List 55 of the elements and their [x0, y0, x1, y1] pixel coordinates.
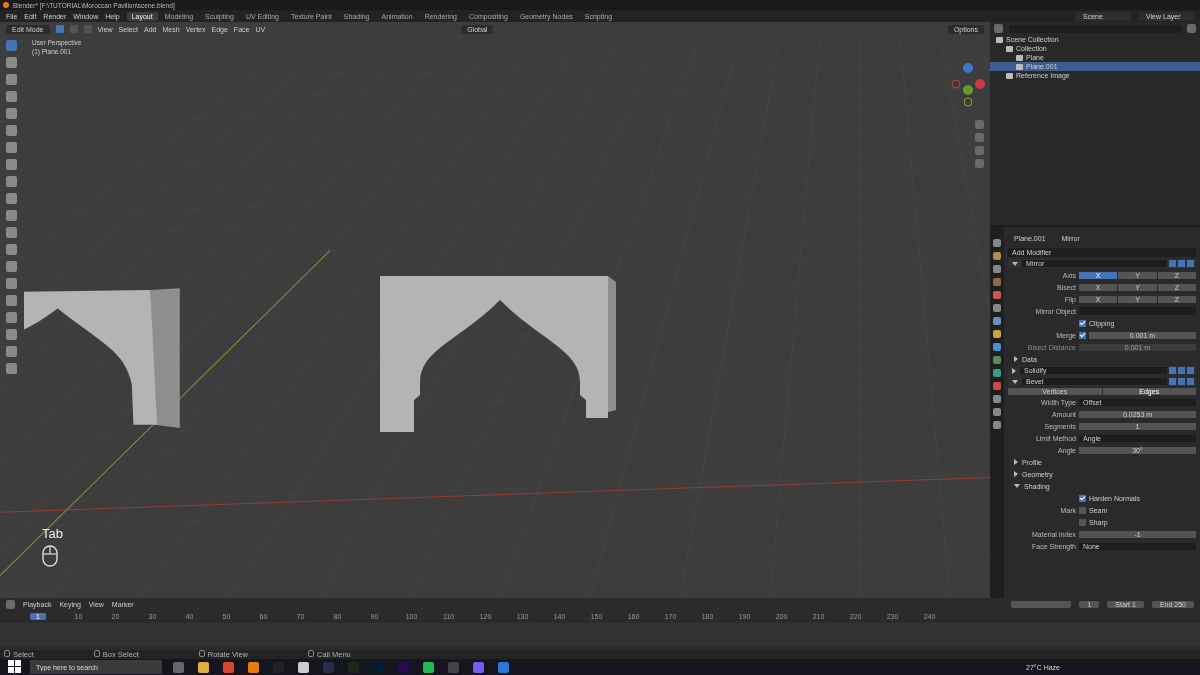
- mouse-icon: [308, 650, 315, 657]
- tool-icon[interactable]: [6, 295, 17, 306]
- collapsed-arrow-icon[interactable]: [1014, 356, 1018, 362]
- tool-icon[interactable]: [6, 91, 17, 102]
- checkbox[interactable]: [1079, 506, 1086, 514]
- blender-logo-icon: [3, 2, 9, 8]
- taskbar-app-icon[interactable]: [248, 661, 259, 673]
- filter-icon[interactable]: [1187, 24, 1196, 33]
- tool-icon[interactable]: [6, 346, 17, 357]
- checkbox[interactable]: [1079, 518, 1086, 526]
- tool-icon[interactable]: [6, 227, 17, 238]
- tool-icon[interactable]: [6, 261, 17, 272]
- mouse-icon: [4, 650, 10, 657]
- windows-start-icon[interactable]: [8, 660, 22, 674]
- taskbar-app-icon[interactable]: [298, 661, 309, 673]
- tool-icon[interactable]: [6, 40, 17, 51]
- expanded-arrow-icon[interactable]: [1012, 261, 1018, 266]
- expanded-arrow-icon[interactable]: [1012, 379, 1018, 384]
- select-mode-icon[interactable]: [55, 25, 64, 33]
- tool-icon[interactable]: [6, 57, 17, 68]
- mouse-icon: [42, 545, 58, 567]
- taskbar-app-icon[interactable]: [423, 661, 434, 673]
- display-mode-icon[interactable]: [994, 24, 1003, 33]
- collapsed-arrow-icon[interactable]: [1014, 459, 1018, 465]
- tool-icon[interactable]: [6, 74, 17, 85]
- select-mode-icon[interactable]: [83, 25, 92, 33]
- tool-icon[interactable]: [6, 142, 17, 153]
- tool-icon[interactable]: [6, 244, 17, 255]
- collapsed-arrow-icon[interactable]: [1012, 367, 1016, 374]
- tool-icon[interactable]: [6, 210, 17, 221]
- navigation-gizmo-icon: [948, 60, 988, 110]
- checkbox[interactable]: [1079, 494, 1086, 502]
- viewport-toggle-icon[interactable]: [1178, 260, 1185, 267]
- taskbar-app-icon[interactable]: [198, 661, 209, 673]
- edit-mode-toggle-icon[interactable]: [1169, 260, 1176, 267]
- tool-icon[interactable]: [6, 312, 17, 323]
- collapsed-arrow-icon[interactable]: [1014, 471, 1018, 477]
- tool-icon[interactable]: [6, 176, 17, 187]
- expanded-arrow-icon[interactable]: [1014, 484, 1020, 488]
- key-hint-text: Tab: [42, 526, 63, 541]
- mouse-icon: [93, 650, 100, 657]
- mouse-icon: [198, 650, 205, 657]
- tool-icon[interactable]: [6, 108, 17, 119]
- tool-icon[interactable]: [6, 278, 17, 289]
- tool-icon[interactable]: [6, 125, 17, 136]
- playback-controls-icon[interactable]: [1011, 601, 1072, 608]
- render-toggle-icon[interactable]: [1187, 260, 1194, 267]
- checkbox[interactable]: [1079, 331, 1086, 339]
- editor-type-icon[interactable]: [6, 600, 15, 609]
- tool-icon[interactable]: [6, 193, 17, 204]
- checkbox[interactable]: [1079, 319, 1086, 327]
- tool-icon[interactable]: [6, 159, 17, 170]
- select-mode-icon[interactable]: [69, 25, 78, 33]
- tool-icon[interactable]: [6, 329, 17, 340]
- tool-icon[interactable]: [6, 363, 17, 374]
